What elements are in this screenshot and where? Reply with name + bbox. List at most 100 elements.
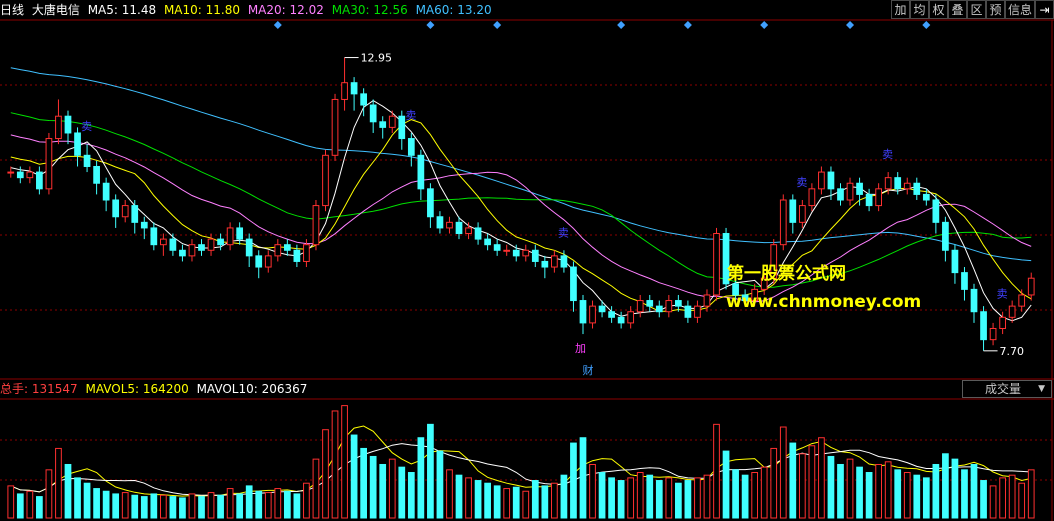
- volume-bar: [732, 469, 739, 519]
- volume-bar: [465, 477, 472, 519]
- toolbar-average-button[interactable]: 均: [909, 0, 929, 19]
- candle-down: [922, 193, 930, 201]
- toolbar-overlay-button[interactable]: 叠: [947, 0, 967, 19]
- candle-down: [112, 199, 120, 218]
- kline-chart[interactable]: 12.957.70卖卖卖卖卖卖加财: [0, 0, 1054, 521]
- candle-down: [608, 311, 615, 318]
- volume-bar: [770, 447, 778, 519]
- volume-bar: [865, 472, 873, 519]
- candle-down: [179, 249, 186, 257]
- volume-bar: [93, 488, 100, 519]
- candle-down: [131, 205, 139, 223]
- volume-bar: [36, 496, 43, 519]
- candle-up: [331, 98, 339, 156]
- toolbar-forecast-button[interactable]: 预: [985, 0, 1005, 19]
- candle-up: [121, 205, 129, 218]
- candle-up: [26, 171, 34, 179]
- volume-bar: [608, 477, 615, 519]
- candle-down: [455, 221, 463, 235]
- volume-bar: [703, 474, 711, 519]
- volume-bar: [64, 463, 72, 519]
- volume-bar: [255, 490, 263, 519]
- volume-bar: [55, 447, 62, 519]
- volume-bar: [922, 477, 930, 519]
- volume-bar: [589, 463, 596, 519]
- candle-up: [818, 171, 825, 190]
- volume-bar: [636, 472, 644, 519]
- volume-bar: [913, 474, 921, 519]
- candle-up: [665, 300, 673, 313]
- candle-up: [226, 227, 234, 246]
- candle-down: [93, 165, 100, 184]
- signal-markers: 12.957.70卖卖卖卖卖卖加财: [81, 21, 1024, 377]
- volume-bar: [493, 485, 501, 519]
- volume-bar: [961, 469, 968, 519]
- volume-bar: [560, 474, 568, 519]
- candle-down: [74, 132, 81, 156]
- candle-down: [169, 238, 177, 251]
- ma10-line: [10, 119, 1032, 312]
- period-label[interactable]: 日线: [0, 3, 24, 17]
- signal-diamond: [426, 21, 435, 29]
- volume-bar: [655, 480, 663, 519]
- mavol5-value: MAVOL5: 164200: [85, 382, 189, 396]
- candle-down: [369, 104, 377, 123]
- volume-bar: [942, 453, 949, 519]
- candle-up: [589, 305, 596, 324]
- toolbar-add-button[interactable]: 加: [890, 0, 910, 19]
- candle-up: [999, 316, 1006, 329]
- volume-bar: [713, 423, 720, 519]
- volume-bar: [179, 497, 186, 519]
- volume-bar: [484, 482, 491, 519]
- signal-diamond: [922, 21, 931, 29]
- candle-down: [655, 305, 663, 313]
- volume-bar: [741, 474, 749, 519]
- candle-down: [417, 154, 425, 190]
- candle-up: [903, 182, 911, 190]
- candle-up: [160, 238, 167, 246]
- volume-bar: [884, 461, 892, 519]
- signal-diamond: [273, 21, 282, 29]
- indicator-select[interactable]: 成交量 ▼: [962, 380, 1052, 398]
- volume-bar: [932, 463, 940, 519]
- panel-switch-icon[interactable]: ⇥: [1035, 0, 1054, 19]
- volume-bar: [331, 410, 339, 519]
- candle-up: [7, 171, 15, 174]
- high-price-label: 12.95: [361, 52, 393, 65]
- candle-up: [388, 115, 396, 128]
- sell-marker: 卖: [796, 176, 807, 189]
- volume-bar: [522, 490, 530, 519]
- volume-bar: [83, 482, 91, 519]
- candle-down: [684, 305, 692, 318]
- volume-bar: [341, 405, 348, 519]
- candle-down: [236, 227, 244, 240]
- toolbar-rights-button[interactable]: 权: [928, 0, 948, 19]
- candle-up: [465, 227, 472, 235]
- volume-bar: [570, 442, 577, 519]
- volume-bar: [818, 437, 825, 519]
- volume-bar: [264, 492, 272, 519]
- candle-up: [274, 244, 282, 257]
- volume-bar: [684, 480, 692, 519]
- ma30-value: MA30: 12.56: [331, 3, 408, 17]
- volume-bar: [226, 488, 234, 519]
- volume-bar: [198, 496, 205, 519]
- mavol10-value: MAVOL10: 206367: [196, 382, 308, 396]
- candle-down: [83, 154, 91, 167]
- candle-up: [264, 255, 272, 268]
- volume-bar: [665, 477, 673, 519]
- candle-down: [942, 221, 949, 251]
- volume-bar: [894, 469, 902, 519]
- volume-bar: [846, 458, 854, 519]
- toolbar-range-button[interactable]: 区: [966, 0, 986, 19]
- volume-bar: [1027, 469, 1035, 519]
- volume-bar: [16, 493, 24, 519]
- indicator-select-label: 成交量: [985, 382, 1022, 396]
- low-price-label: 7.70: [1000, 345, 1025, 358]
- watermark-title: 第一股票公式网: [727, 264, 846, 284]
- candle-down: [407, 138, 415, 156]
- volume-bar: [293, 493, 301, 519]
- toolbar-info-button[interactable]: 信息: [1004, 0, 1035, 19]
- volume-bar: [112, 493, 120, 519]
- volume-bar: [512, 486, 520, 519]
